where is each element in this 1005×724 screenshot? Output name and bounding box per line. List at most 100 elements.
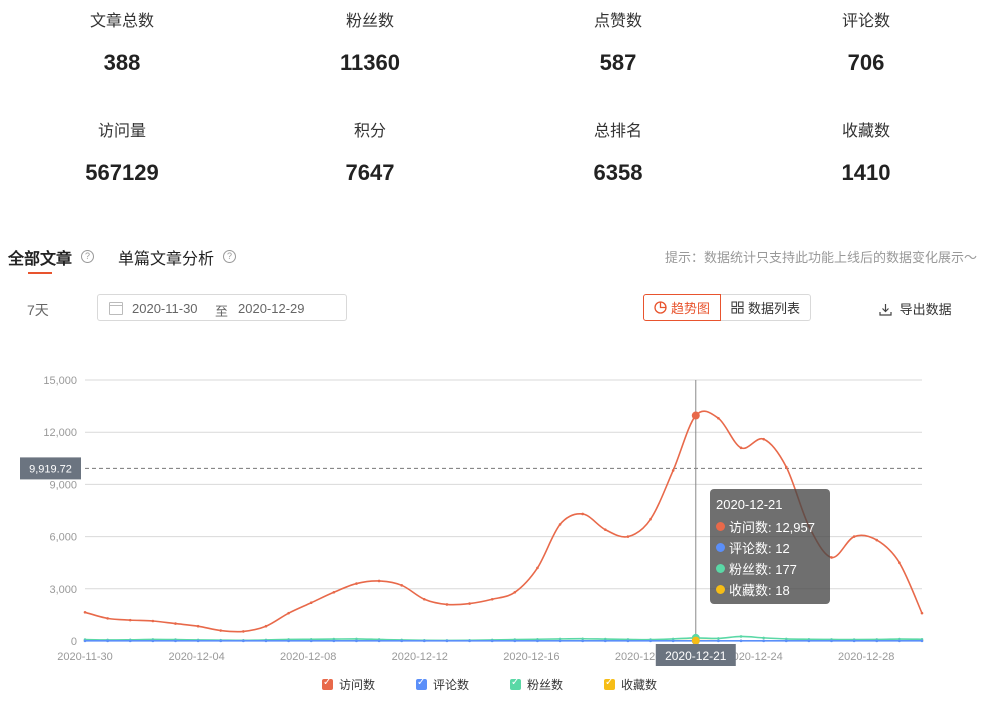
- stat-label: 文章总数: [89, 13, 154, 30]
- start-date[interactable]: 2020-11-30: [132, 301, 198, 316]
- tab-all-articles[interactable]: 全部文章: [8, 245, 72, 269]
- data-point: [377, 639, 381, 643]
- legend-label: 访问数: [339, 678, 376, 692]
- data-point: [603, 528, 607, 531]
- series-dot: [716, 564, 725, 573]
- data-point: [309, 639, 313, 643]
- data-point: [626, 638, 630, 641]
- data-point: [671, 469, 675, 472]
- stat-label: 点赞数: [593, 13, 642, 30]
- data-point: [332, 637, 336, 641]
- data-point: [898, 637, 901, 641]
- data-point: [920, 639, 924, 643]
- tooltip-row: 收藏数: 18: [716, 579, 824, 600]
- range-7days[interactable]: 7天: [27, 300, 49, 320]
- export-data-button[interactable]: 导出数据: [879, 299, 952, 318]
- data-point: [151, 638, 155, 641]
- trend-view-label: 趋势图: [671, 301, 711, 316]
- data-point: [83, 610, 87, 614]
- stat-value: 6358: [593, 160, 643, 185]
- data-point: [603, 637, 607, 641]
- data-point: [852, 639, 856, 643]
- data-point: [490, 639, 494, 643]
- data-point: [332, 590, 336, 594]
- chart-tooltip: 2020-12-21 访问数: 12,957 评论数: 12 粉丝数: 177 …: [710, 489, 830, 604]
- data-point: [128, 638, 132, 642]
- trend-view-button[interactable]: 趋势图: [643, 294, 722, 321]
- x-tick-label: 2020-12-16: [503, 651, 559, 663]
- legend-item-favorites[interactable]: 收藏数: [604, 676, 657, 693]
- legend-item-fans[interactable]: 粉丝数: [510, 676, 563, 693]
- data-point: [468, 602, 471, 605]
- y-tick-label: 6,000: [49, 532, 77, 544]
- end-date[interactable]: 2020-12-29: [238, 301, 305, 316]
- data-point: [490, 638, 494, 642]
- data-point: [513, 639, 517, 643]
- data-point: [83, 639, 87, 643]
- tooltip-row: 评论数: 12: [716, 537, 824, 558]
- export-label: 导出数据: [899, 302, 952, 317]
- data-point: [762, 639, 765, 643]
- stat-fans: 粉丝数 11360: [290, 12, 450, 76]
- data-point: [558, 523, 562, 526]
- x-tick-label: 2020-12-20: [615, 651, 671, 663]
- data-point: [445, 639, 449, 642]
- data-point: [807, 639, 811, 643]
- stat-points: 积分 7647: [290, 122, 450, 186]
- stat-label: 访问量: [97, 123, 146, 140]
- stat-value: 1410: [841, 160, 891, 185]
- x-tick-label: 2020-12-08: [280, 651, 336, 663]
- data-point: [83, 639, 87, 643]
- data-point: [694, 636, 698, 640]
- trend-chart[interactable]: 03,0006,0009,00012,00015,0002020-11-30 20…: [0, 0, 1005, 724]
- tooltip-visits: 访问数: 12,957: [729, 520, 815, 535]
- series-dot: [716, 543, 725, 552]
- data-point: [581, 637, 584, 641]
- highlight-point: [691, 636, 700, 645]
- data-point: [445, 603, 449, 606]
- tooltip-row: 访问数: 12,957: [716, 516, 824, 537]
- crosshair-label-box: [655, 644, 736, 666]
- data-point: [332, 639, 336, 643]
- data-point: [196, 639, 200, 643]
- data-point: [830, 639, 833, 643]
- data-point: [626, 639, 630, 643]
- data-point: [106, 617, 109, 620]
- data-point: [694, 639, 698, 642]
- data-point: [400, 584, 404, 587]
- help-icon[interactable]: ?: [81, 250, 94, 263]
- data-point: [603, 639, 607, 643]
- tab-single-article[interactable]: 单篇文章分析: [118, 245, 214, 269]
- date-range-picker[interactable]: 2020-11-30 至 2020-12-29: [97, 294, 347, 321]
- y-tick-label: 3,000: [49, 584, 77, 596]
- x-tick-label: 2020-11-30: [57, 651, 112, 663]
- legend-item-visits[interactable]: 访问数: [322, 676, 375, 693]
- stat-comments: 评论数 706: [786, 12, 946, 76]
- x-tick-label: 2020-12-04: [168, 651, 224, 663]
- stat-article-count: 文章总数 388: [42, 12, 202, 76]
- list-view-button[interactable]: 数据列表: [721, 294, 812, 321]
- data-point: [423, 639, 426, 643]
- data-point: [762, 639, 765, 643]
- data-point: [694, 414, 698, 417]
- data-point: [898, 561, 901, 564]
- stat-value: 7647: [345, 160, 395, 185]
- series-dot: [716, 585, 725, 594]
- data-point: [423, 639, 426, 643]
- legend-item-comments[interactable]: 评论数: [416, 676, 469, 693]
- data-point: [852, 638, 856, 641]
- help-icon[interactable]: ?: [223, 250, 236, 263]
- stat-likes: 点赞数 587: [538, 12, 698, 76]
- stat-label: 积分: [353, 123, 386, 140]
- data-point: [219, 639, 223, 643]
- data-point: [558, 637, 562, 641]
- series-dot: [716, 522, 725, 531]
- data-point: [128, 639, 132, 643]
- tooltip-date: 2020-12-21: [716, 497, 783, 512]
- crosshair-label: 2020-12-21: [665, 649, 727, 663]
- data-point: [400, 639, 404, 643]
- x-tick-label: 2020-12-28: [838, 651, 894, 663]
- data-point: [739, 639, 743, 643]
- data-point: [355, 582, 358, 585]
- tooltip-fans: 粉丝数: 177: [729, 562, 797, 577]
